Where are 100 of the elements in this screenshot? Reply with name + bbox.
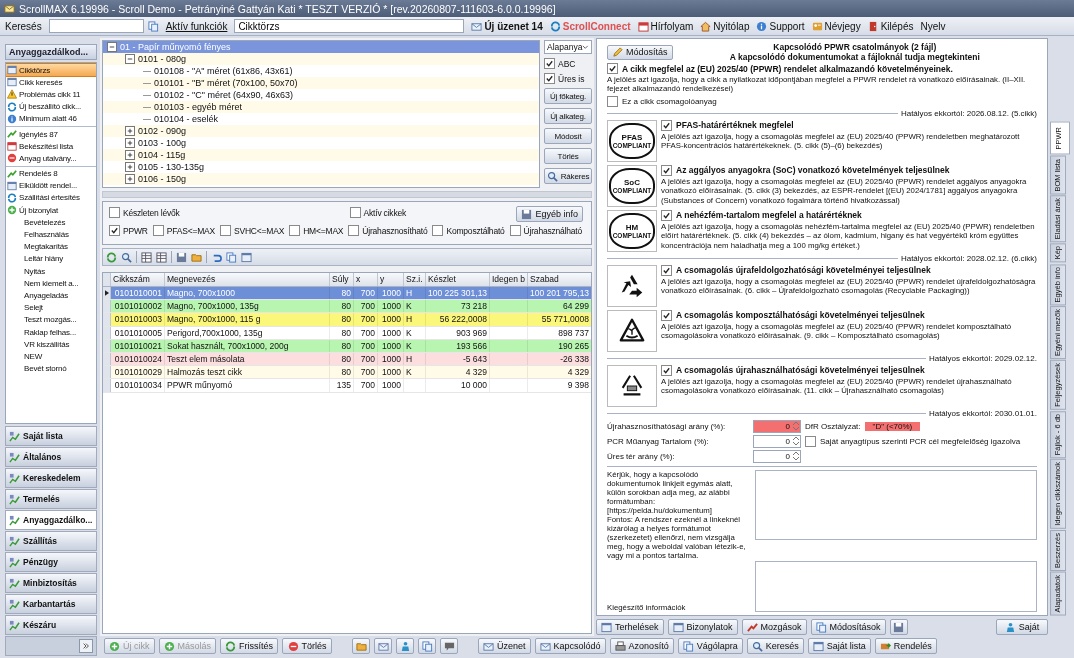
checkbox[interactable] bbox=[109, 225, 120, 236]
tree-node[interactable]: 0106 - 150g bbox=[103, 173, 539, 185]
number-field[interactable]: 0 bbox=[753, 434, 801, 448]
module-button[interactable]: Termelés bbox=[5, 489, 97, 509]
module-button[interactable]: Saját lista bbox=[5, 426, 97, 446]
checkbox[interactable] bbox=[349, 207, 361, 218]
module-button[interactable]: Pénzügy bbox=[5, 552, 97, 572]
toolbar-link[interactable]: Névjegy bbox=[811, 20, 861, 32]
sidebar-item[interactable]: Cikktörzs bbox=[6, 64, 96, 77]
sidebar-item[interactable]: Megtakarítás bbox=[6, 240, 96, 253]
checkbox[interactable] bbox=[109, 207, 120, 218]
category-button[interactable]: Módosít bbox=[544, 128, 592, 144]
module-button[interactable]: Karbantartás bbox=[5, 594, 97, 614]
table-row[interactable]: 0101010029 Halmozás teszt cikk 80 700 1000 K 4 329 4 329 bbox=[103, 366, 591, 380]
sidebar-item[interactable]: Bekészítési lista bbox=[6, 140, 96, 153]
category-dropdown[interactable]: Alapanya bbox=[544, 40, 592, 54]
checkbox[interactable] bbox=[509, 225, 521, 236]
expand-icon[interactable] bbox=[125, 150, 135, 160]
column-header[interactable]: Súly bbox=[330, 273, 354, 286]
save-button[interactable] bbox=[889, 619, 908, 635]
sidebar-item[interactable]: NEW bbox=[6, 350, 96, 363]
tree-node[interactable]: 010102 - "C" méret (64x90, 46x63) bbox=[103, 89, 539, 101]
column-header[interactable]: y bbox=[378, 273, 404, 286]
category-button[interactable]: Új alkateg. bbox=[544, 108, 592, 124]
edit-button[interactable]: Módosítás bbox=[607, 44, 673, 60]
column-header[interactable]: Szabad bbox=[528, 273, 591, 286]
panel-button[interactable]: Terhelések bbox=[596, 619, 664, 635]
checkbox[interactable] bbox=[661, 119, 672, 131]
sidebar-item[interactable]: Nem kiemelt a... bbox=[6, 277, 96, 290]
action-button[interactable]: Frissítés bbox=[220, 638, 279, 654]
toolbar-link[interactable]: Nyelv bbox=[920, 20, 946, 32]
icon-button[interactable] bbox=[396, 638, 415, 654]
column-header[interactable]: Idegen b bbox=[490, 273, 528, 286]
number-field[interactable]: 0 bbox=[753, 449, 801, 463]
expand-icon[interactable] bbox=[125, 126, 135, 136]
sidebar-item[interactable]: Raklap felhas... bbox=[6, 325, 96, 339]
search-field[interactable] bbox=[48, 19, 144, 33]
column-header[interactable]: x bbox=[354, 273, 378, 286]
sidebar-item[interactable]: Leltár hiány bbox=[6, 252, 96, 265]
checkbox[interactable] bbox=[607, 63, 618, 74]
action-button[interactable]: Vágólapra bbox=[677, 638, 743, 654]
toolbar-link[interactable]: Support bbox=[756, 20, 805, 32]
checkbox[interactable] bbox=[220, 225, 231, 236]
column-header[interactable]: Sz.i. bbox=[404, 273, 426, 286]
sidebar-item[interactable]: Új bizonylat bbox=[6, 204, 96, 217]
checkbox[interactable] bbox=[289, 225, 301, 236]
column-header[interactable]: Cikkszám bbox=[111, 273, 165, 286]
category-button[interactable]: Új főkateg. bbox=[544, 88, 592, 104]
expand-icon[interactable] bbox=[125, 174, 135, 184]
panel-button[interactable]: Mozgások bbox=[741, 619, 807, 635]
active-functions-field[interactable]: Cikktörzs bbox=[234, 19, 465, 33]
sidebar-item[interactable]: Igénylés 87 bbox=[6, 127, 96, 141]
checkbox[interactable] bbox=[661, 209, 672, 221]
more-button[interactable] bbox=[79, 639, 93, 653]
extra-info-field[interactable] bbox=[755, 560, 1037, 612]
spinner-icon[interactable] bbox=[792, 450, 800, 463]
checkbox[interactable] bbox=[544, 58, 555, 69]
module-button[interactable]: Minbiztosítás bbox=[5, 573, 97, 593]
more-info-button[interactable]: Egyéb info bbox=[516, 206, 583, 222]
checkbox[interactable] bbox=[348, 225, 360, 236]
module-button[interactable]: Kereskedelem bbox=[5, 468, 97, 488]
sidebar-item[interactable]: Teszt mozgás... bbox=[6, 313, 96, 326]
sidebar-item[interactable]: Minimum alatt 46 bbox=[6, 112, 96, 125]
checkbox[interactable] bbox=[805, 435, 816, 447]
spinner-icon[interactable] bbox=[792, 435, 800, 448]
sidebar-item[interactable]: Új beszállító cikk... bbox=[6, 100, 96, 113]
checkbox[interactable] bbox=[152, 225, 164, 236]
icon-button[interactable] bbox=[352, 638, 371, 654]
tree-node[interactable]: 0104 - 115g bbox=[103, 149, 539, 161]
checkbox[interactable] bbox=[661, 309, 672, 321]
module-button[interactable]: Készáru bbox=[5, 615, 97, 635]
checkbox[interactable] bbox=[544, 73, 555, 84]
column-header[interactable]: Készlet bbox=[426, 273, 490, 286]
action-button[interactable]: Kapcsolódó bbox=[534, 638, 606, 654]
sidebar-item[interactable]: Felhasználás bbox=[6, 228, 96, 241]
action-button[interactable]: Keresés bbox=[746, 638, 804, 654]
sidebar-item[interactable]: VR kiszállítás bbox=[6, 338, 96, 351]
icon-button[interactable] bbox=[418, 638, 437, 654]
links-field[interactable] bbox=[755, 469, 1037, 540]
icon-button[interactable] bbox=[440, 638, 459, 654]
checkbox[interactable] bbox=[661, 164, 672, 176]
toolbar-link[interactable]: Új üzenet 14 bbox=[471, 20, 543, 32]
sidebar-item[interactable]: Elküldött rendel... bbox=[6, 179, 96, 192]
action-button[interactable]: Saját lista bbox=[807, 638, 871, 654]
sidebar-item[interactable]: Cikk keresés bbox=[6, 76, 96, 89]
number-field[interactable]: 0 bbox=[753, 419, 801, 433]
tree-node[interactable]: 010103 - egyéb méret bbox=[103, 101, 539, 113]
own-button[interactable]: Saját bbox=[996, 619, 1048, 635]
sidebar-item[interactable]: Rendelés 8 bbox=[6, 167, 96, 180]
sidebar-item[interactable]: Bevételezés bbox=[6, 216, 96, 229]
sidebar-item[interactable]: Szállítási értesítés bbox=[6, 191, 96, 205]
sidebar-item[interactable]: Anyageladás bbox=[6, 289, 96, 302]
sidebar-item[interactable]: Anyag utalvány... bbox=[6, 152, 96, 165]
tree-node[interactable]: 010101 - "B" méret (70x100, 50x70) bbox=[103, 77, 539, 89]
checkbox[interactable] bbox=[661, 364, 672, 376]
table-row[interactable]: 0101010034 PPWR műnyomó 135 700 1000 10 000 9 398 bbox=[103, 379, 591, 393]
module-button[interactable]: Anyaggazdálko... bbox=[5, 510, 97, 530]
checkbox[interactable] bbox=[432, 225, 444, 236]
module-button[interactable]: Általános bbox=[5, 447, 97, 467]
expand-icon[interactable] bbox=[125, 162, 135, 172]
